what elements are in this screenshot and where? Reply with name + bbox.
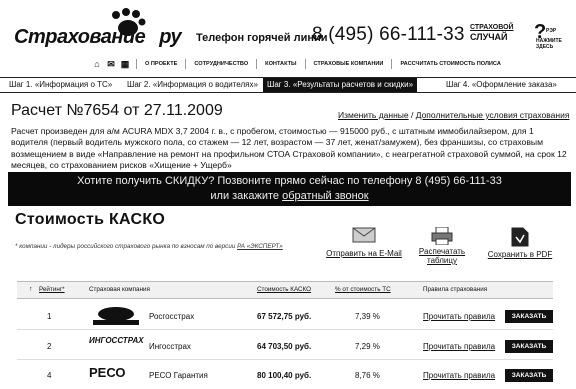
steps-bar: Шаг 1. «Информация о ТС» Шаг 2. «Информа… — [0, 77, 576, 93]
row-company: Росгосстрах — [149, 312, 195, 321]
pdf-label: Сохранить в PDF — [487, 250, 553, 259]
order-button[interactable]: ЗАКАЗАТЬ — [505, 310, 553, 323]
row-rules-link[interactable]: Прочитать правила — [423, 312, 495, 321]
th-company: Страховая компания — [89, 286, 150, 293]
case-logo-line2: СЛУЧАЙ — [470, 32, 508, 42]
th-rules: Правила страхования — [423, 286, 488, 293]
row-price: 64 703,50 руб. — [257, 342, 312, 351]
link-separator: / — [408, 110, 416, 120]
nav-item-about[interactable]: О ПРОЕКТЕ — [141, 61, 181, 67]
paw-logo-icon — [112, 8, 146, 36]
nav-divider — [185, 59, 187, 69]
row-rank: 4 — [47, 371, 52, 380]
row-rules-link[interactable]: Прочитать правила — [423, 342, 495, 351]
table-header: ↑ Рейтинг* Страховая компания Стоимость … — [17, 281, 553, 299]
sort-arrow-icon[interactable]: ↑ — [29, 282, 33, 298]
step-1[interactable]: Шаг 1. «Информация о ТС» — [9, 78, 112, 92]
pdf-icon — [511, 227, 529, 247]
insurance-case-logo[interactable]: СТРАХОВОЙ СЛУЧАЙ ? РЭР НАЖМИТЕ ЗДЕСЬ — [470, 22, 566, 50]
site-logo[interactable]: Страхование ру — [14, 26, 182, 49]
calc-description: Расчет произведен для а/м ACURA MDX 3,7 … — [11, 126, 567, 171]
nav-divider — [256, 59, 258, 69]
order-button[interactable]: ЗАКАЗАТЬ — [505, 369, 553, 382]
case-logo-line3: РЭР — [546, 28, 557, 34]
top-nav: ⌂ ✉ ▦ О ПРОЕКТЕ СОТРУДНИЧЕСТВО КОНТАКТЫ … — [90, 56, 566, 72]
order-button[interactable]: ЗАКАЗАТЬ — [505, 340, 553, 353]
rosgosstrakh-logo-icon — [93, 307, 139, 325]
nav-item-cooperation[interactable]: СОТРУДНИЧЕСТВО — [190, 61, 252, 67]
nav-item-contacts[interactable]: КОНТАКТЫ — [261, 61, 300, 67]
logo-text-suffix: ру — [159, 26, 182, 48]
th-cost[interactable]: Стоимость КАСКО — [257, 282, 311, 298]
email-action[interactable]: Отправить на E-Mail — [326, 227, 402, 258]
hotline-label: Телефон горячей линии — [196, 32, 328, 44]
print-action[interactable]: Распечатать таблицу — [417, 226, 467, 265]
hotline-phone: 8 (495) 66-111-33 — [312, 24, 465, 45]
calc-title: Расчет №7654 от 27.11.2009 — [11, 102, 223, 119]
step-2[interactable]: Шаг 2. «Информация о водителях» — [127, 78, 258, 92]
printer-icon — [431, 226, 453, 246]
th-rating[interactable]: Рейтинг* — [39, 282, 65, 298]
row-rank: 2 — [47, 342, 52, 351]
row-price: 67 572,75 руб. — [257, 312, 312, 321]
row-percent: 8,76 % — [355, 371, 380, 380]
print-label-2: таблицу — [427, 256, 457, 265]
case-logo-line1: СТРАХОВОЙ — [470, 24, 514, 31]
ingosstrakh-logo: ИНГОССТРАХ — [89, 336, 144, 345]
row-company: РЕСО Гарантия — [149, 371, 208, 380]
email-icon — [352, 227, 376, 243]
row-price: 80 100,40 руб. — [257, 371, 312, 380]
table-row: 4 РЕСО РЕСО Гарантия 80 100,40 руб. 8,76… — [17, 362, 553, 388]
callback-link[interactable]: обратный звонок — [282, 190, 369, 202]
reso-logo: РЕСО — [89, 365, 126, 380]
note-text: * компании - лидеры российского страхово… — [15, 243, 238, 250]
nav-divider — [304, 59, 306, 69]
top-links: Изменить данные / Дополнительные условия… — [338, 110, 569, 120]
table-row: 1 Росгосстрах 67 572,75 руб. 7,39 % Проч… — [17, 303, 553, 330]
step-3-active: Шаг 3. «Результаты расчетов и скидки» — [263, 78, 418, 92]
home-icon[interactable]: ⌂ — [90, 58, 104, 70]
th-percent[interactable]: % от стоимость ТС — [335, 282, 391, 298]
banner-line1: Хотите получить СКИДКУ? Позвоните прямо … — [77, 175, 502, 187]
ranking-note: * компании - лидеры российского страхово… — [15, 242, 305, 251]
nav-item-insurers[interactable]: СТРАХОВЫЕ КОМПАНИИ — [310, 61, 388, 67]
case-logo-line4: НАЖМИТЕ ЗДЕСЬ — [536, 38, 562, 50]
row-rank: 1 — [47, 312, 52, 321]
print-label-1: Распечатать — [418, 247, 466, 256]
row-rules-link[interactable]: Прочитать правила — [423, 371, 495, 380]
discount-banner: Хотите получить СКИДКУ? Позвоните прямо … — [8, 172, 571, 206]
row-company: Ингосстрах — [149, 342, 191, 351]
row-percent: 7,39 % — [355, 312, 380, 321]
email-label: Отправить на E-Mail — [326, 249, 402, 258]
pdf-action[interactable]: Сохранить в PDF — [485, 227, 555, 259]
mail-icon[interactable]: ✉ — [104, 58, 118, 70]
extra-conditions-link[interactable]: Дополнительные условия страхования — [416, 110, 570, 120]
table-row: 2 ИНГОССТРАХ Ингосстрах 64 703,50 руб. 7… — [17, 333, 553, 360]
row-percent: 7,29 % — [355, 342, 380, 351]
change-data-link[interactable]: Изменить данные — [338, 110, 409, 120]
nav-item-calc-policy[interactable]: РАССЧИТАТЬ СТОИМОСТЬ ПОЛИСА — [396, 61, 504, 67]
nav-divider — [136, 59, 137, 69]
nav-divider — [391, 59, 393, 69]
kasko-title: Стоимость КАСКО — [15, 211, 166, 228]
sitemap-icon[interactable]: ▦ — [118, 58, 132, 70]
expert-link[interactable]: РА «ЭКСПЕРТ» — [237, 243, 283, 250]
banner-prefix: или закажите — [210, 190, 283, 202]
step-4[interactable]: Шаг 4. «Оформление заказа» — [446, 78, 557, 92]
